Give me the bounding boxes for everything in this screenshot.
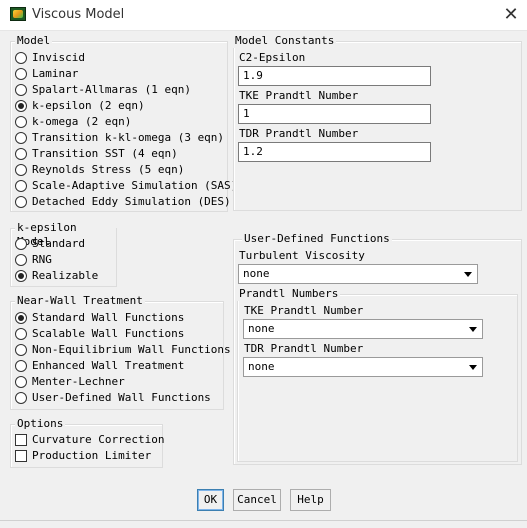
- user-defined-functions-title: User-Defined Functions: [242, 232, 392, 246]
- c2-epsilon-input[interactable]: 1.9: [238, 66, 431, 86]
- udf-tdr-prandtl-value: none: [248, 360, 275, 373]
- tdr-prandtl-number-input[interactable]: 1.2: [238, 142, 431, 162]
- radio-button-selected[interactable]: [15, 270, 27, 282]
- tke-prandtl-number-label: TKE Prandtl Number: [239, 89, 359, 102]
- radio-button[interactable]: [15, 344, 27, 356]
- prandtl-numbers-title: Prandtl Numbers: [237, 287, 341, 301]
- udf-tdr-prandtl-label: TDR Prandtl Number: [244, 342, 364, 355]
- radio-button[interactable]: [15, 84, 27, 96]
- radio-button[interactable]: [15, 328, 27, 340]
- udf-tke-prandtl-dropdown[interactable]: none: [243, 319, 483, 339]
- radio-button[interactable]: [15, 68, 27, 80]
- radio-button-selected[interactable]: [15, 100, 27, 112]
- bottom-divider: [0, 520, 527, 521]
- radio-button[interactable]: [15, 116, 27, 128]
- radio-button[interactable]: [15, 238, 27, 250]
- radio-button[interactable]: [15, 52, 27, 64]
- near-wall-treatment-title: Near-Wall Treatment: [15, 294, 145, 308]
- radio-button[interactable]: [15, 148, 27, 160]
- checkbox[interactable]: [15, 450, 27, 462]
- close-icon[interactable]: ✕: [501, 5, 521, 25]
- tke-prandtl-number-input[interactable]: 1: [238, 104, 431, 124]
- c2-epsilon-label: C2-Epsilon: [239, 51, 306, 64]
- radio-button-selected[interactable]: [15, 312, 27, 324]
- fluent-app-icon: [10, 7, 26, 21]
- radio-button[interactable]: [15, 360, 27, 372]
- udf-tdr-prandtl-dropdown[interactable]: none: [243, 357, 483, 377]
- cancel-button[interactable]: Cancel: [233, 489, 281, 511]
- udf-tke-prandtl-label: TKE Prandtl Number: [244, 304, 364, 317]
- title-bar: Viscous Model ✕: [0, 0, 527, 31]
- ok-button[interactable]: OK: [197, 489, 224, 511]
- options-title: Options: [15, 417, 66, 431]
- dropdown-arrow-icon: [469, 365, 477, 370]
- dropdown-arrow-icon: [469, 327, 477, 332]
- tdr-prandtl-number-label: TDR Prandtl Number: [239, 127, 359, 140]
- help-button[interactable]: Help: [290, 489, 331, 511]
- model-group-title: Model: [15, 34, 53, 48]
- radio-button[interactable]: [15, 254, 27, 266]
- turbulent-viscosity-value: none: [243, 267, 270, 280]
- radio-button[interactable]: [15, 196, 27, 208]
- turbulent-viscosity-dropdown[interactable]: none: [238, 264, 478, 284]
- udf-tke-prandtl-value: none: [248, 322, 275, 335]
- turbulent-viscosity-label: Turbulent Viscosity: [239, 249, 365, 262]
- checkbox[interactable]: [15, 434, 27, 446]
- radio-button[interactable]: [15, 376, 27, 388]
- radio-button[interactable]: [15, 392, 27, 404]
- dropdown-arrow-icon: [464, 272, 472, 277]
- radio-button[interactable]: [15, 164, 27, 176]
- model-constants-title: Model Constants: [233, 34, 337, 48]
- window-title: Viscous Model: [32, 7, 125, 22]
- radio-button[interactable]: [15, 132, 27, 144]
- radio-button[interactable]: [15, 180, 27, 192]
